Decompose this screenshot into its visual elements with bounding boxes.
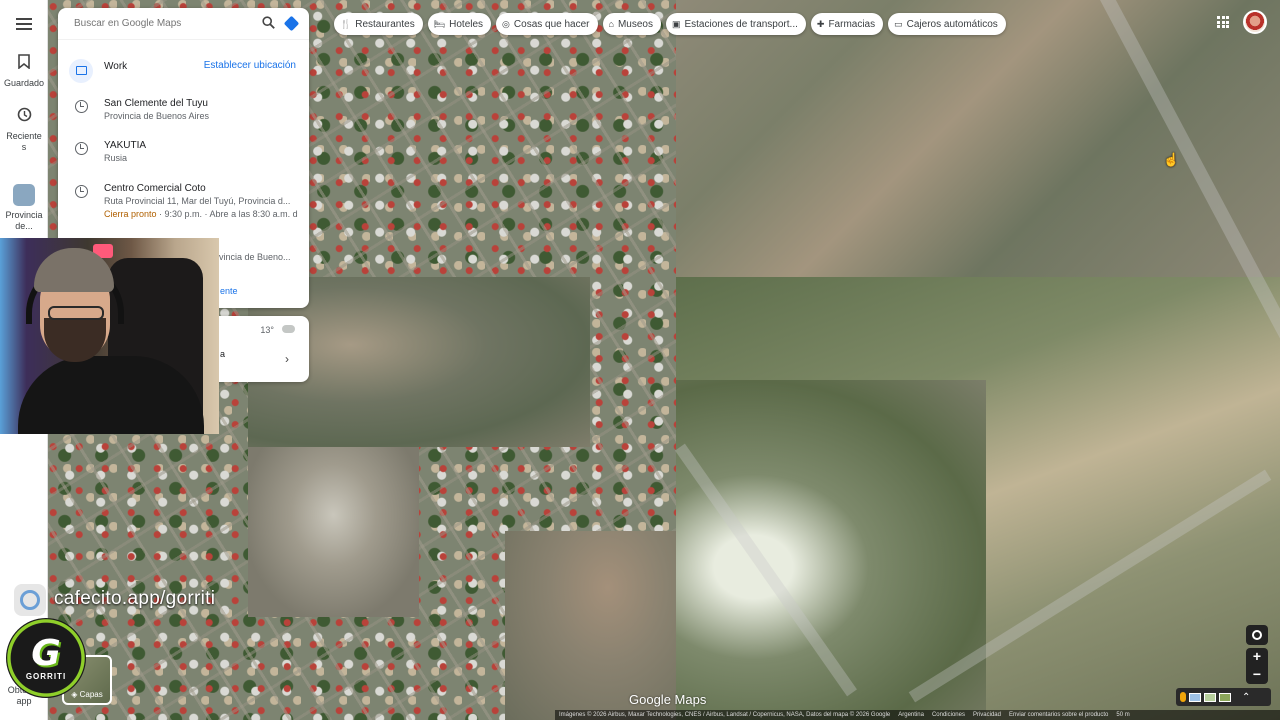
webcam-overlay: [0, 238, 219, 434]
chip-cajeros[interactable]: ▭ Cajeros automáticos: [888, 13, 1006, 35]
recent-item-title: Centro Comercial Coto: [104, 183, 206, 194]
more-history-link[interactable]: ente: [220, 286, 238, 296]
layers-label: ◈ Capas: [71, 690, 103, 699]
camera-icon: ◎: [502, 18, 510, 29]
history-icon: [0, 107, 48, 127]
weather-text: a: [220, 349, 226, 359]
bookmark-icon: [0, 54, 48, 74]
region-link[interactable]: Argentina: [898, 712, 924, 718]
work-title: Work: [104, 61, 128, 72]
attribution: Imágenes © 2026 Airbus, Maxar Technologi…: [559, 712, 891, 718]
map-footer: Imágenes © 2026 Airbus, Maxar Technologi…: [555, 710, 1280, 720]
recent-item[interactable]: YAKUTIA Rusia: [58, 139, 309, 165]
briefcase-icon: [69, 58, 93, 83]
terrain-type-icon[interactable]: [1204, 692, 1216, 702]
map-tile-blurred: [248, 447, 419, 617]
chip-cosas-que-hacer[interactable]: ◎ Cosas que hacer: [496, 13, 598, 35]
expand-icon[interactable]: ⌃: [1242, 692, 1250, 703]
menu-icon[interactable]: [16, 18, 32, 33]
opening-hours: Cierra pronto · 9:30 p.m. · Abre a las 8…: [104, 208, 309, 221]
my-location-button[interactable]: [1246, 625, 1268, 645]
temperature: 13°: [260, 325, 274, 335]
search-input[interactable]: [74, 18, 255, 29]
chip-label: Cosas que hacer: [513, 18, 590, 30]
saved-button[interactable]: Guardado: [0, 54, 48, 89]
chip-farmacias[interactable]: ✚ Farmacias: [810, 13, 884, 35]
cafecito-icon: [14, 584, 46, 616]
chip-label: Restaurantes: [355, 18, 415, 30]
map-bottom-controls: ⌃: [1176, 688, 1271, 706]
place-thumbnail-icon: [13, 184, 35, 206]
recent-item-title: YAKUTIA: [104, 140, 147, 151]
hand-cursor-icon: ☝: [1163, 152, 1180, 167]
cafecito-link: cafecito.app/gorriti: [54, 588, 216, 609]
pegman-icon[interactable]: [1180, 692, 1186, 702]
chip-label: Cajeros automáticos: [906, 18, 998, 30]
recent-button[interactable]: Reciente s: [0, 107, 48, 153]
google-maps-brand: Google Maps: [629, 692, 707, 707]
chip-label: Estaciones de transport...: [684, 18, 798, 30]
clock-icon: [74, 100, 88, 113]
satellite-type-icon[interactable]: [1219, 692, 1231, 702]
cloud-icon: [282, 325, 295, 333]
category-chips: 🍴 Restaurantes 🛏 Hoteles ◎ Cosas que hacer …: [334, 13, 1006, 35]
chip-restaurantes[interactable]: 🍴 Restaurantes: [334, 13, 423, 35]
chip-museos[interactable]: ⌂ Museos: [602, 13, 661, 35]
recent-item-subtitle: Rusia: [104, 153, 128, 163]
pharmacy-icon: ✚: [816, 18, 825, 29]
zoom-out-button[interactable]: −: [1246, 666, 1268, 684]
chip-label: Hoteles: [449, 18, 484, 30]
terms-link[interactable]: Condiciones: [932, 712, 965, 718]
feedback-link[interactable]: Enviar comentarios sobre el producto: [1009, 712, 1108, 718]
chevron-right-icon[interactable]: ›: [285, 352, 289, 366]
logo-text: GORRITI: [25, 671, 67, 681]
chip-hoteles[interactable]: 🛏 Hoteles: [427, 13, 492, 35]
clock-icon: [74, 185, 88, 198]
directions-icon[interactable]: [281, 14, 301, 34]
recent-item-subtitle: Ruta Provincial 11, Mar del Tuyú, Provin…: [104, 196, 291, 206]
museum-icon: ⌂: [608, 19, 614, 29]
zoom-in-button[interactable]: +: [1246, 648, 1268, 666]
privacy-link[interactable]: Privacidad: [973, 712, 1001, 718]
account-avatar[interactable]: [1243, 10, 1267, 34]
recent-item[interactable]: San Clemente del Tuyu Provincia de Bueno…: [58, 97, 309, 123]
layers-icon: ◈: [71, 690, 80, 699]
bed-icon: 🛏: [433, 18, 446, 29]
recent-item-subtitle: Provincia de Buenos Aires: [104, 111, 210, 121]
gorriti-logo: G GORRITI: [6, 618, 86, 698]
apps-grid-icon[interactable]: [1217, 16, 1229, 28]
clock-icon: [74, 142, 88, 155]
fork-knife-icon: 🍴: [340, 18, 352, 29]
recent-place-label: Provincia de...: [5, 210, 43, 231]
search-icon[interactable]: [255, 15, 281, 32]
atm-icon: ▭: [894, 18, 903, 29]
chip-estaciones[interactable]: ▣ Estaciones de transport...: [665, 13, 806, 35]
transit-icon: ▣: [671, 18, 681, 29]
my-location-icon: [1252, 630, 1262, 640]
recent-label: Reciente s: [6, 131, 42, 152]
recent-item-title: San Clemente del Tuyu: [104, 98, 208, 109]
work-row[interactable]: Work Establecer ubicación: [58, 58, 309, 83]
logo-letter: G: [31, 632, 61, 674]
recent-item[interactable]: Centro Comercial Coto Ruta Provincial 11…: [58, 182, 309, 221]
saved-label: Guardado: [3, 78, 45, 88]
closing-soon-status: Cierra pronto: [104, 209, 157, 219]
chip-label: Farmacias: [828, 18, 876, 30]
map-type-icon[interactable]: [1189, 692, 1201, 702]
chip-label: Museos: [617, 18, 653, 30]
zoom-control: + −: [1246, 648, 1268, 684]
glasses: [48, 306, 104, 320]
search-bar: [58, 8, 309, 40]
hours-detail: · 9:30 p.m. · Abre a las 8:30 a.m. d: [156, 209, 298, 219]
recent-item-subtitle: ovincia de Bueno...: [214, 252, 291, 262]
set-location-link[interactable]: Establecer ubicación: [204, 60, 309, 83]
recent-place-button[interactable]: Provincia de...: [0, 184, 48, 232]
scale-label: 50 m: [1116, 712, 1130, 718]
